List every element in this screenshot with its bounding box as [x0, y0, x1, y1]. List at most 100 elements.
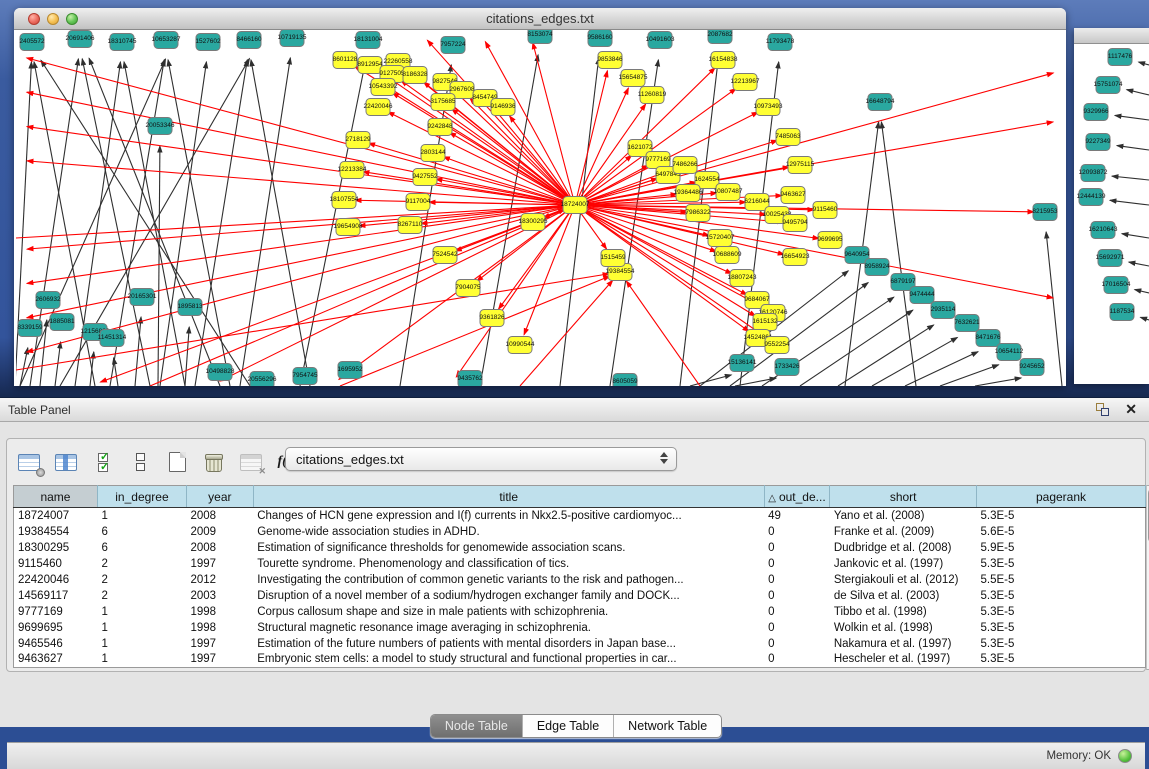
network-node[interactable]: 11793478: [766, 34, 795, 51]
network-node[interactable]: 3175685: [430, 94, 456, 111]
table-row[interactable]: 969969511998Structural magnetic resonanc…: [14, 620, 1146, 636]
table-cell[interactable]: 14569117: [14, 588, 98, 604]
float-panel-icon[interactable]: [1096, 403, 1109, 416]
table-cell[interactable]: 0: [764, 604, 830, 620]
table-cell[interactable]: 2: [97, 556, 186, 572]
network-node[interactable]: 12093872: [1079, 165, 1108, 182]
network-node[interactable]: 8267110: [398, 217, 423, 234]
table-cell[interactable]: Nakamura et al. (1997): [830, 636, 977, 652]
table-cell[interactable]: 0: [764, 620, 830, 636]
network-node[interactable]: 15720407: [706, 230, 735, 247]
network-node[interactable]: 1117476: [1108, 49, 1133, 66]
network-node[interactable]: 12213384: [338, 162, 367, 179]
table-cell[interactable]: 5.3E-5: [977, 588, 1146, 604]
tab-edge-table[interactable]: Edge Table: [523, 715, 614, 737]
table-cell[interactable]: Tibbo et al. (1998): [830, 604, 977, 620]
network-node[interactable]: 18300295: [519, 214, 548, 231]
table-cell[interactable]: 1997: [186, 652, 253, 668]
network-node[interactable]: 9329966: [1083, 104, 1109, 121]
table-cell[interactable]: 5.6E-5: [977, 524, 1146, 540]
network-node[interactable]: 15692971: [1096, 250, 1125, 267]
table-cell[interactable]: Stergiakouli et al. (2012): [830, 572, 977, 588]
network-node[interactable]: 18807243: [728, 270, 757, 287]
table-cell[interactable]: 1998: [186, 604, 253, 620]
table-cell[interactable]: Estimation of the future numbers of pati…: [253, 636, 764, 652]
network-node[interactable]: 1515459: [600, 250, 626, 267]
network-node[interactable]: 20165301: [128, 289, 157, 306]
network-node[interactable]: 1885081: [49, 314, 75, 331]
new-table-icon[interactable]: [165, 451, 189, 473]
table-cell[interactable]: Hescheler et al. (1997): [830, 652, 977, 668]
table-cell[interactable]: 6: [97, 524, 186, 540]
table-cell[interactable]: 2012: [186, 572, 253, 588]
table-selector-dropdown[interactable]: citations_edges.txt: [285, 447, 677, 471]
network-node[interactable]: 10688609: [713, 247, 742, 264]
network-node[interactable]: 9586160: [587, 30, 613, 47]
table-cell[interactable]: 9699695: [14, 620, 98, 636]
network-node[interactable]: 7524542: [432, 247, 458, 264]
network-node[interactable]: 18724007: [561, 197, 590, 214]
network-node[interactable]: 8601128: [333, 52, 358, 69]
table-cell[interactable]: 1: [97, 508, 186, 524]
network-node[interactable]: 11260819: [638, 87, 667, 104]
network-node[interactable]: 10498828: [206, 364, 235, 381]
delete-column-icon[interactable]: [202, 451, 226, 473]
secondary-window-titlebar[interactable]: [1074, 28, 1149, 44]
network-node[interactable]: 19364486: [674, 185, 703, 202]
network-node[interactable]: 9146936: [490, 99, 516, 116]
network-node[interactable]: 1615132: [752, 314, 778, 331]
table-row[interactable]: 946554611997Estimation of the future num…: [14, 636, 1146, 652]
network-node[interactable]: 1733426: [774, 359, 800, 376]
network-node[interactable]: 18107554: [330, 192, 359, 209]
table-cell[interactable]: Disruption of a novel member of a sodium…: [253, 588, 764, 604]
merge-rows-icon[interactable]: [128, 451, 152, 473]
network-node[interactable]: 15751074: [1094, 77, 1123, 94]
table-cell[interactable]: 2: [97, 572, 186, 588]
network-node[interactable]: 16654923: [781, 249, 810, 266]
table-cell[interactable]: Corpus callosum shape and size in male p…: [253, 604, 764, 620]
table-cell[interactable]: 9465546: [14, 636, 98, 652]
table-cell[interactable]: 1: [97, 620, 186, 636]
table-cell[interactable]: Embryonic stem cells: a model to study s…: [253, 652, 764, 668]
network-node[interactable]: 20556296: [248, 372, 277, 389]
table-row[interactable]: 1456911722003Disruption of a novel membe…: [14, 588, 1146, 604]
table-cell[interactable]: 19384554: [14, 524, 98, 540]
table-cell[interactable]: 2009: [186, 524, 253, 540]
table-cell[interactable]: Dudbridge et al. (2008): [830, 540, 977, 556]
table-cell[interactable]: 5.3E-5: [977, 508, 1146, 524]
close-panel-icon[interactable]: ✕: [1125, 401, 1137, 417]
table-cell[interactable]: 5.9E-5: [977, 540, 1146, 556]
table-cell[interactable]: Estimation of significance thresholds fo…: [253, 540, 764, 556]
network-node[interactable]: 20691406: [66, 31, 95, 48]
network-node[interactable]: 7632621: [954, 315, 980, 332]
table-row[interactable]: 1938455462009Genome-wide association stu…: [14, 524, 1146, 540]
table-cell[interactable]: 1998: [186, 620, 253, 636]
network-node[interactable]: 2718129: [345, 132, 371, 149]
table-cell[interactable]: 5.3E-5: [977, 620, 1146, 636]
table-cell[interactable]: 22420046: [14, 572, 98, 588]
network-view-window[interactable]: citations_edges.txt: [14, 8, 1066, 386]
network-node[interactable]: 9361826: [479, 310, 505, 327]
table-cell[interactable]: de Silva et al. (2003): [830, 588, 977, 604]
network-node[interactable]: 8605059: [612, 374, 638, 391]
network-node[interactable]: 10807487: [714, 184, 743, 201]
network-window-titlebar[interactable]: citations_edges.txt: [14, 8, 1066, 30]
network-node[interactable]: 7954745: [292, 368, 318, 385]
network-node[interactable]: 2935114: [931, 302, 956, 319]
table-cell[interactable]: 18724007: [14, 508, 98, 524]
table-cell[interactable]: Tourette syndrome. Phenomenology and cla…: [253, 556, 764, 572]
network-node[interactable]: 12444139: [1077, 189, 1106, 206]
network-node[interactable]: 8958924: [864, 259, 890, 276]
network-node[interactable]: 7486266: [672, 157, 698, 174]
table-row[interactable]: 2242004622012Investigating the contribut…: [14, 572, 1146, 588]
table-cell[interactable]: 0: [764, 540, 830, 556]
table-row[interactable]: 946362711997Embryonic stem cells: a mode…: [14, 652, 1146, 668]
network-node[interactable]: 9552254: [764, 337, 790, 354]
column-header[interactable]: pagerank: [977, 486, 1146, 508]
network-node[interactable]: 8215953: [1032, 204, 1058, 221]
column-header[interactable]: name: [14, 486, 98, 508]
network-node[interactable]: 19654908: [334, 219, 363, 236]
table-cell[interactable]: 0: [764, 572, 830, 588]
network-node[interactable]: 9463627: [780, 187, 806, 204]
table-cell[interactable]: Wolkin et al. (1998): [830, 620, 977, 636]
